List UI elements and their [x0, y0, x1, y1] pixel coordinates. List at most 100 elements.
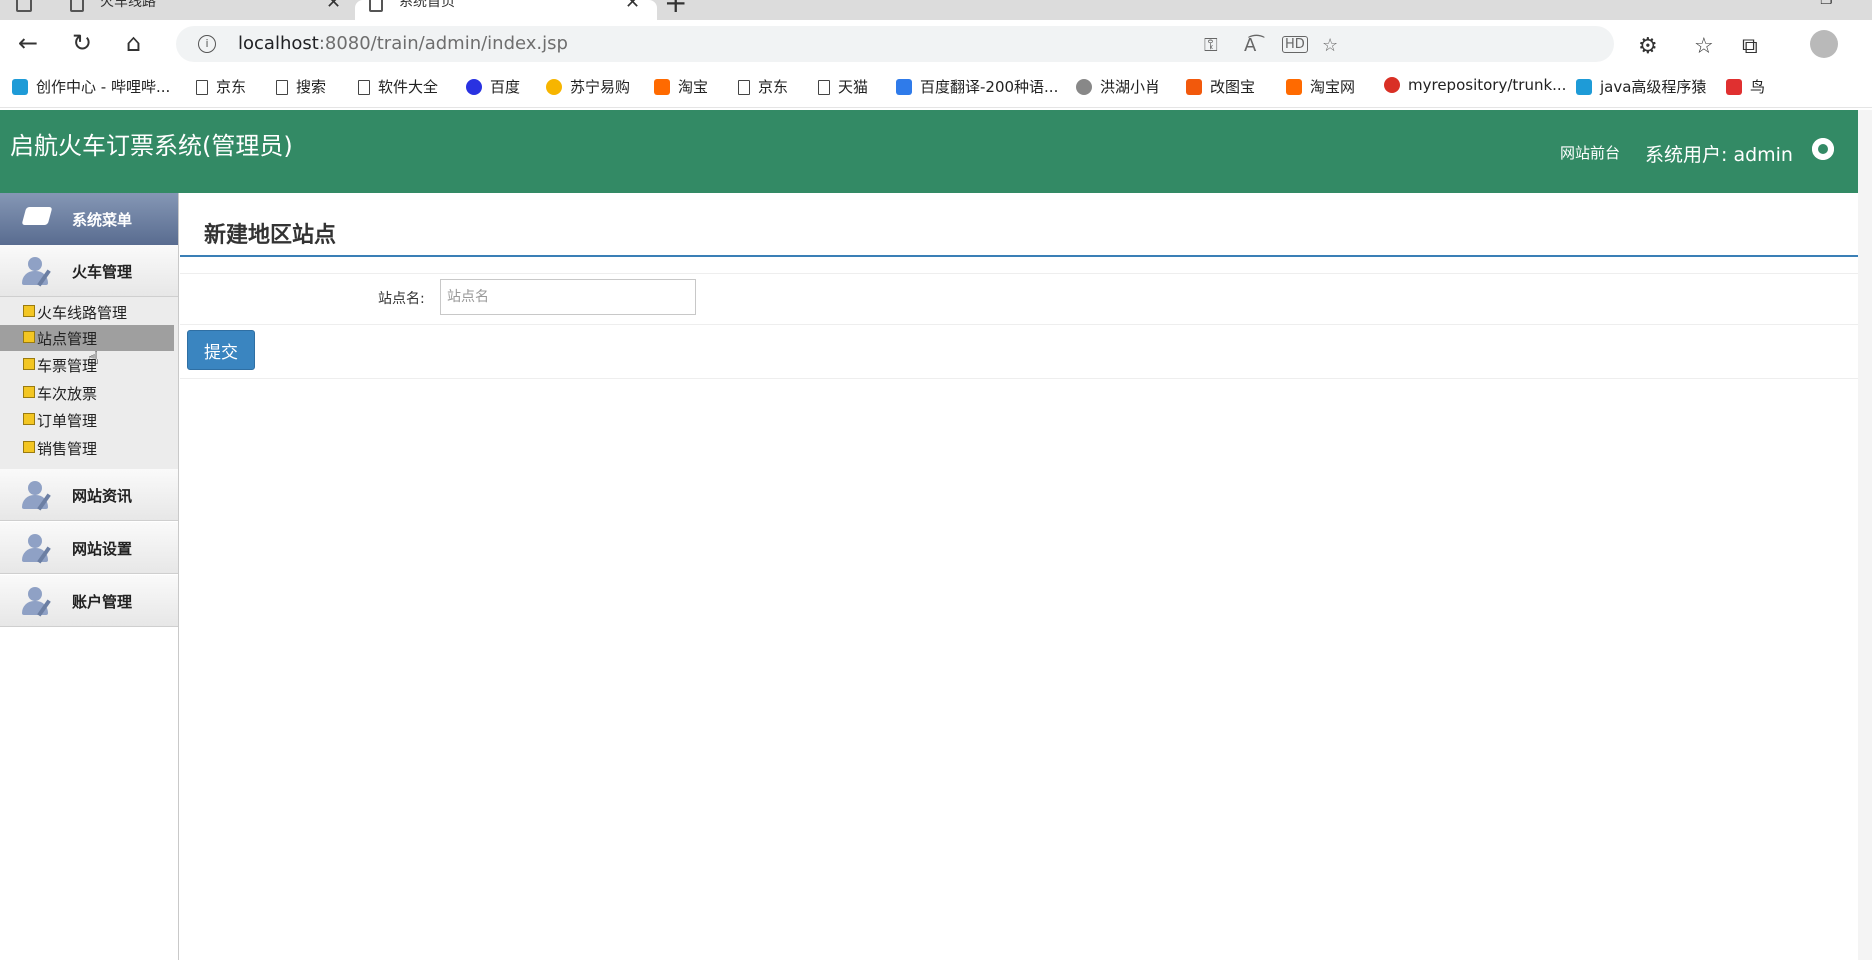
hd-icon[interactable]: HD [1282, 36, 1308, 53]
suning-icon [546, 79, 562, 95]
back-arrow-icon[interactable]: ← [18, 28, 38, 58]
url-text[interactable]: localhost:8080/train/admin/index.jsp [238, 33, 568, 54]
bookmark-item[interactable]: 天猫 [818, 76, 868, 97]
sidebar-item-label: 车次放票 [37, 385, 98, 403]
sidebar-group-train[interactable]: 火车管理 [0, 245, 178, 297]
sidebar-item-station[interactable]: 站点管理 [0, 325, 174, 351]
main-content: 新建地区站点 站点名: 提交 [180, 193, 1858, 960]
restore-window-icon[interactable]: ❐ [1820, 0, 1833, 8]
bookmark-item[interactable]: 软件大全 [358, 76, 438, 97]
user-edit-icon [22, 534, 54, 564]
browser-tab-home[interactable]: 系统首页 ✕ [355, 0, 657, 20]
browser-tab-strip: 火车线路 ✕ 系统首页 ✕ + ❐ [0, 0, 1872, 20]
gaitubao-icon [1186, 79, 1202, 95]
sidebar-group-settings[interactable]: 网站设置 [0, 522, 178, 574]
square-bullet-icon [23, 441, 35, 453]
bird-icon [1076, 79, 1092, 95]
home-icon[interactable]: ⌂ [126, 28, 141, 58]
browser-tab-train-route[interactable]: 火车线路 ✕ [0, 0, 352, 20]
reload-icon[interactable]: ↻ [72, 28, 92, 58]
close-tab-icon[interactable]: ✕ [326, 0, 341, 13]
bookmark-label: 淘宝网 [1310, 78, 1356, 96]
page-scrollbar[interactable] [1858, 110, 1872, 960]
bookmark-item[interactable]: 改图宝 [1186, 76, 1255, 97]
app-title: 启航火车订票系统(管理员) [10, 132, 293, 160]
baidu-translate-icon [896, 79, 912, 95]
bookmark-label: 百度 [490, 78, 521, 96]
square-bullet-icon [23, 358, 35, 370]
page-icon [196, 80, 208, 95]
bookmark-item[interactable]: 搜索 [276, 76, 326, 97]
bookmark-label: 洪湖小肖 [1100, 78, 1161, 96]
bookmark-label: 改图宝 [1210, 78, 1256, 96]
bookmark-label: 软件大全 [378, 78, 439, 96]
station-name-label: 站点名: [378, 291, 425, 307]
sidebar-item-train-route[interactable]: 火车线路管理 [0, 299, 174, 325]
bookmark-item[interactable]: 百度 [466, 76, 520, 97]
info-icon[interactable]: i [198, 35, 216, 53]
bookmark-item[interactable]: myrepository/trunk... [1384, 76, 1566, 94]
url-path: :8080/train/admin/index.jsp [318, 33, 568, 54]
baidu-paw-icon [466, 79, 482, 95]
bookmark-item[interactable]: 鸟 [1726, 76, 1765, 97]
group-label: 网站设置 [72, 540, 133, 558]
bookmark-item[interactable]: 洪湖小肖 [1076, 76, 1160, 97]
bookmark-label: 淘宝 [678, 78, 709, 96]
sidebar-item-label: 火车线路管理 [37, 304, 128, 322]
tab-label: 系统首页 [399, 0, 455, 10]
menu-title: 系统菜单 [72, 211, 133, 229]
new-tab-icon[interactable]: + [664, 0, 687, 19]
group-label: 账户管理 [72, 593, 133, 611]
bilibili-icon [1576, 79, 1592, 95]
bookmark-item[interactable]: 苏宁易购 [546, 76, 630, 97]
gear-icon[interactable] [1812, 138, 1834, 160]
station-name-input[interactable] [440, 279, 696, 315]
submit-button[interactable]: 提交 [187, 330, 255, 370]
bookmark-item[interactable]: 京东 [738, 76, 788, 97]
taobao-icon [1286, 79, 1302, 95]
app-header: 启航火车订票系统(管理员) 网站前台 系统用户: admin [0, 110, 1858, 193]
website-front-link[interactable]: 网站前台 [1560, 142, 1620, 163]
tab-label: 火车线路 [100, 0, 156, 10]
sidebar-item-release[interactable]: 车次放票 [0, 380, 174, 406]
group-label: 火车管理 [72, 263, 133, 281]
bookmark-item[interactable]: 创作中心 - 哔哩哔... [12, 76, 170, 97]
profile-avatar[interactable] [1810, 30, 1838, 58]
url-host: localhost [238, 33, 319, 54]
bookmark-item[interactable]: 京东 [196, 76, 246, 97]
sidebar-item-orders[interactable]: 订单管理 [0, 407, 174, 433]
favorites-icon[interactable]: ☆ [1694, 34, 1714, 59]
page-icon [276, 80, 288, 95]
current-user-label: 系统用户: admin [1645, 144, 1793, 166]
sidebar-group-news[interactable]: 网站资讯 [0, 469, 178, 521]
bookmark-label: 搜索 [296, 78, 327, 96]
close-tab-icon[interactable]: ✕ [625, 0, 640, 13]
sidebar-item-label: 站点管理 [37, 330, 98, 348]
bookmark-item[interactable]: 淘宝网 [1286, 76, 1355, 97]
train-submenu: 火车线路管理 站点管理 车票管理 车次放票 订单管理 销售管理 [0, 297, 178, 470]
bookmark-item[interactable]: 淘宝 [654, 76, 708, 97]
bookmarks-bar: 创作中心 - 哔哩哔... 京东 搜索 软件大全 百度 苏宁易购 淘宝 京东 天… [0, 70, 1872, 108]
bookmark-label: 京东 [758, 78, 789, 96]
favorite-add-icon[interactable]: ☆ [1322, 35, 1338, 56]
bookmark-item[interactable]: 百度翻译-200种语... [896, 76, 1058, 97]
collections-icon[interactable]: ⧉ [1742, 34, 1758, 59]
extensions-icon[interactable]: ⚙ [1638, 34, 1658, 59]
hand-cursor-icon: ☝ [88, 348, 99, 369]
form-row: 站点名: [180, 273, 1858, 325]
bookmark-label: 创作中心 - 哔哩哔... [36, 78, 171, 96]
sidebar-group-account[interactable]: 账户管理 [0, 575, 178, 627]
bookmark-item[interactable]: java高级程序猿 [1576, 76, 1706, 97]
square-bullet-icon [23, 305, 35, 317]
read-aloud-icon[interactable]: A͡ [1244, 35, 1256, 56]
key-icon[interactable]: ⚿ [1204, 35, 1218, 56]
bookmark-label: 苏宁易购 [570, 78, 631, 96]
sidebar: 系统菜单 火车管理 火车线路管理 站点管理 车票管理 车次放票 订单管理 销售管… [0, 193, 179, 960]
bilibili-icon [12, 79, 28, 95]
square-bullet-icon [23, 386, 35, 398]
user-edit-icon [22, 481, 54, 511]
sidebar-item-sales[interactable]: 销售管理 [0, 435, 174, 461]
address-bar[interactable]: i localhost:8080/train/admin/index.jsp ⚿… [176, 26, 1614, 62]
sidebar-item-ticket[interactable]: 车票管理 [0, 352, 174, 378]
page-icon [70, 0, 84, 12]
